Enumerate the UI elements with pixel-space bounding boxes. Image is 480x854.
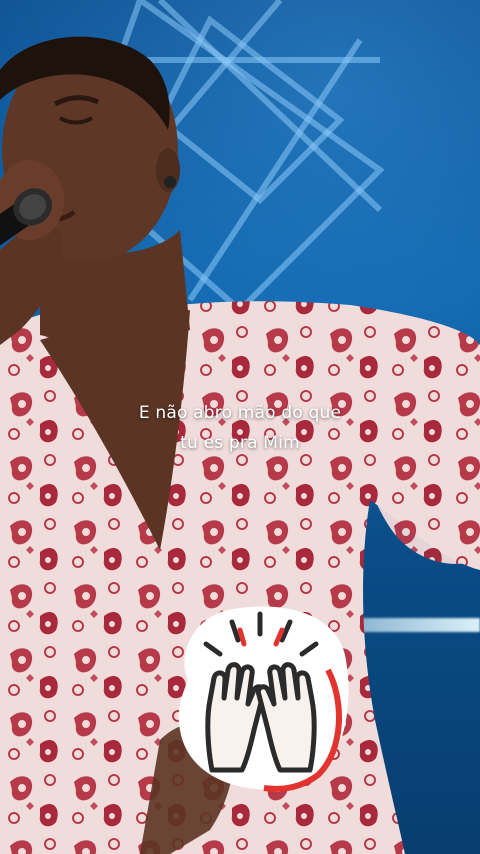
earpiece: [164, 176, 176, 188]
dress-sleeve: [350, 305, 480, 564]
video-frame[interactable]: E não abro mão do que tu es pra Mim: [0, 0, 480, 854]
raised-hands-icon[interactable]: [168, 600, 354, 796]
